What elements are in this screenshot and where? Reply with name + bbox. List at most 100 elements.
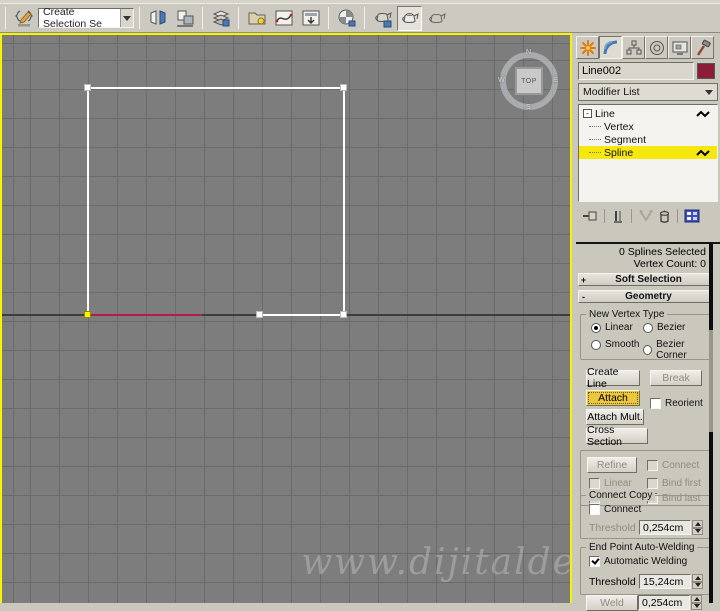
tab-display-icon[interactable] xyxy=(668,36,691,59)
stack-toolbar-separator xyxy=(631,209,632,223)
weld-button[interactable]: Weld xyxy=(586,595,638,611)
tab-utilities-icon[interactable] xyxy=(691,36,714,59)
object-color-swatch[interactable] xyxy=(697,63,715,79)
radio-label: Smooth xyxy=(605,339,640,350)
object-name-row xyxy=(578,62,718,80)
show-end-result-icon[interactable] xyxy=(611,209,625,224)
spinner-down-icon[interactable] xyxy=(692,527,703,535)
spinner-up-icon[interactable] xyxy=(691,595,702,603)
auto-weld-threshold-spinner[interactable]: 15,24cm xyxy=(639,574,703,589)
stack-item-spline-selected[interactable]: Spline xyxy=(579,146,717,159)
pin-stack-icon[interactable] xyxy=(582,209,598,223)
radio-bezier[interactable]: Bezier xyxy=(643,322,685,333)
spline-edge-top[interactable] xyxy=(87,87,345,89)
selection-set-value: Create Selection Se xyxy=(43,6,102,30)
tab-modify-icon[interactable] xyxy=(599,36,622,59)
vertex-bottom-right[interactable] xyxy=(340,311,347,318)
toolbar-separator xyxy=(238,7,239,29)
selection-set-combobox[interactable]: Create Selection Se xyxy=(38,6,134,30)
panel-scrollbar[interactable] xyxy=(709,242,713,603)
rendered-frame-window-icon[interactable] xyxy=(397,5,422,31)
mirror-icon[interactable] xyxy=(145,6,170,31)
toolbar-separator xyxy=(5,7,6,29)
modifier-list-dropdown[interactable]: Modifier List xyxy=(578,83,718,101)
group-title: Connect Copy xyxy=(586,490,656,501)
curve-editor-icon[interactable] xyxy=(271,6,296,31)
spinner-value[interactable]: 0,254cm xyxy=(639,520,691,535)
spinner-value[interactable]: 15,24cm xyxy=(639,574,691,589)
rollout-title: Geometry xyxy=(625,291,672,302)
refine-linear-checkbox[interactable]: Linear xyxy=(589,478,632,489)
spinner-up-icon[interactable] xyxy=(692,574,703,582)
spline-edge-bottom-right[interactable] xyxy=(260,314,345,316)
layer-manager-icon[interactable] xyxy=(208,6,233,31)
create-line-button[interactable]: Create Line xyxy=(586,366,640,390)
radio-linear[interactable]: Linear xyxy=(591,322,633,333)
spinner-arrows[interactable] xyxy=(692,520,703,535)
attach-mult-button[interactable]: Attach Mult. xyxy=(586,409,644,425)
reorient-checkbox[interactable]: Reorient xyxy=(650,398,703,409)
attach-button[interactable]: Attach xyxy=(586,390,640,406)
radio-bezier-corner[interactable]: Bezier Corner xyxy=(643,339,711,361)
tab-hierarchy-icon[interactable] xyxy=(622,36,645,59)
spinner-up-icon[interactable] xyxy=(692,520,703,528)
connect-copy-checkbox[interactable]: Connect xyxy=(589,504,641,515)
first-vertex-yellow[interactable] xyxy=(84,311,91,318)
expander-icon[interactable]: - xyxy=(583,109,592,118)
vertex-bottom-mid[interactable] xyxy=(256,311,263,318)
watermark-text: www.dijitalde xyxy=(301,542,572,583)
tab-create-icon[interactable] xyxy=(576,36,599,59)
tree-dash xyxy=(589,126,601,127)
subobject-zigzag-icon xyxy=(696,149,710,157)
connect-copy-threshold-spinner[interactable]: 0,254cm xyxy=(639,520,703,535)
refine-button[interactable]: Refine xyxy=(587,457,637,473)
spinner-arrows[interactable] xyxy=(692,574,703,589)
rollout-soft-selection[interactable]: + Soft Selection xyxy=(578,273,710,286)
top-viewport[interactable]: N E S W TOP www.dijitalde xyxy=(0,33,572,603)
named-selection-sets-icon[interactable] xyxy=(11,6,36,31)
automatic-welding-checkbox[interactable]: Automatic Welding xyxy=(589,556,687,567)
align-icon[interactable] xyxy=(172,6,197,31)
panel-scrollbar-thumb[interactable] xyxy=(709,330,713,432)
vertex-top-right[interactable] xyxy=(340,84,347,91)
render-setup-icon[interactable] xyxy=(370,6,395,31)
spinner-down-icon[interactable] xyxy=(692,581,703,589)
checkbox-label: Linear xyxy=(604,478,632,489)
tree-dash xyxy=(589,139,601,140)
threshold-label: Threshold xyxy=(589,576,636,588)
tab-motion-icon[interactable] xyxy=(645,36,668,59)
break-button[interactable]: Break xyxy=(650,370,702,386)
stack-item-segment[interactable]: Segment xyxy=(579,133,717,146)
vertex-top-left[interactable] xyxy=(84,84,91,91)
viewcube-south-label[interactable]: S xyxy=(526,104,531,111)
stack-item-vertex[interactable]: Vertex xyxy=(579,120,717,133)
viewcube-north-label[interactable]: N xyxy=(526,49,531,56)
stack-item-line[interactable]: - Line xyxy=(579,107,717,120)
viewcube-west-label[interactable]: W xyxy=(498,77,505,84)
configure-modifier-sets-icon[interactable] xyxy=(684,209,700,223)
radio-smooth[interactable]: Smooth xyxy=(591,339,639,350)
checkbox-label: Connect xyxy=(604,504,642,515)
spline-edge-left[interactable] xyxy=(87,87,89,316)
viewcube-top-face[interactable]: TOP xyxy=(514,66,544,96)
command-panel: Modifier List - Line Vertex Segment Spli… xyxy=(576,33,720,611)
remove-modifier-icon[interactable] xyxy=(658,209,671,224)
refine-connect-checkbox[interactable]: Connect xyxy=(647,460,699,471)
material-editor-icon[interactable] xyxy=(334,6,359,31)
combobox-dropdown-arrow-icon[interactable] xyxy=(119,9,133,27)
rollout-title: Soft Selection xyxy=(615,274,682,285)
make-unique-icon[interactable] xyxy=(638,209,654,223)
spinner-down-icon[interactable] xyxy=(691,602,702,610)
group-title: New Vertex Type xyxy=(586,309,668,320)
spline-edge-right[interactable] xyxy=(343,87,345,316)
cross-section-button[interactable]: Cross Section xyxy=(586,424,648,448)
object-name-field[interactable] xyxy=(578,62,694,80)
render-production-icon[interactable] xyxy=(424,6,449,31)
viewcube[interactable]: N E S W TOP xyxy=(498,49,558,111)
viewcube-east-label[interactable]: E xyxy=(553,77,558,84)
rollout-geometry[interactable]: - Geometry xyxy=(578,290,710,303)
red-spline-segment[interactable] xyxy=(87,314,202,316)
schematic-view-icon[interactable] xyxy=(298,6,323,31)
scene-explorer-icon[interactable] xyxy=(244,6,269,31)
bind-first-checkbox[interactable]: Bind first xyxy=(647,478,701,489)
